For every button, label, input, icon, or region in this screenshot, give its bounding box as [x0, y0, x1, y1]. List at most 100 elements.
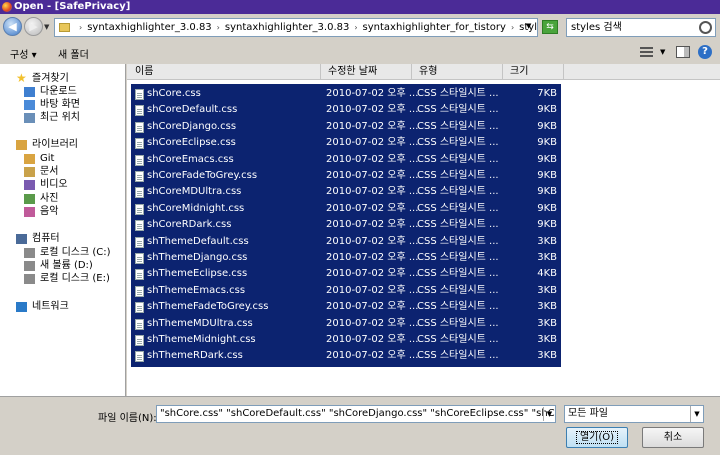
help-icon[interactable]: ?: [698, 45, 712, 59]
table-row[interactable]: shCoreEclipse.css 2010-07-02 오후 ... CSS 스타…: [131, 135, 561, 151]
chevron-down-icon[interactable]: ▼: [543, 407, 555, 421]
search-placeholder: styles 검색: [571, 22, 622, 33]
crumb-3[interactable]: syntaxhighlighter_for_tistory: [363, 22, 506, 33]
column-name[interactable]: 이름: [127, 64, 321, 80]
recent-places-icon: [24, 113, 35, 123]
table-row[interactable]: shThemeDefault.css 2010-07-02 오후 ... CSS 스…: [131, 234, 561, 250]
new-folder-button[interactable]: 새 폴더: [58, 46, 89, 61]
breadcrumb[interactable]: › syntaxhighlighter_3.0.83 › syntaxhighl…: [54, 18, 538, 37]
file-name: shThemeDjango.css: [147, 252, 248, 263]
network-icon: [16, 302, 27, 312]
organize-button[interactable]: 구성 ▾: [10, 46, 37, 61]
table-row[interactable]: shThemeDjango.css 2010-07-02 오후 ... CSS 스타…: [131, 250, 561, 266]
crumb-separator[interactable]: ›: [511, 23, 514, 32]
forward-arrow-icon[interactable]: ▶: [24, 17, 43, 36]
table-row[interactable]: shCoreMidnight.css 2010-07-02 오후 ... CSS 스…: [131, 201, 561, 217]
file-type-value: 모든 파일: [568, 408, 608, 419]
view-dropdown[interactable]: ▼: [660, 48, 665, 56]
refresh-icon[interactable]: ⇆: [542, 20, 558, 34]
file-name: shThemeFadeToGrey.css: [147, 301, 269, 313]
crumb-separator[interactable]: ›: [354, 23, 357, 32]
crumb-1[interactable]: syntaxhighlighter_3.0.83: [87, 22, 211, 33]
chevron-down-icon[interactable]: ▼: [526, 22, 531, 30]
table-row[interactable]: shThemeMidnight.css 2010-07-02 오후 ... CSS …: [131, 332, 561, 348]
table-row[interactable]: shThemeMDUltra.css 2010-07-02 오후 ... CSS 스…: [131, 316, 561, 332]
sidebar-item-label: 음악: [40, 206, 59, 217]
file-date: 2010-07-02 오후 ...: [326, 235, 419, 247]
back-arrow-icon[interactable]: ◀: [3, 17, 22, 36]
file-type: CSS 스타일시트 ...: [417, 186, 499, 198]
table-row[interactable]: shThemeEmacs.css 2010-07-02 오후 ... CSS 스타일…: [131, 283, 561, 299]
sidebar-item-label: Git: [40, 153, 55, 164]
file-name: shCoreMDUltra.css: [147, 186, 242, 198]
crumb-2[interactable]: syntaxhighlighter_3.0.83: [225, 22, 349, 33]
sidebar-item-label: 최근 위치: [40, 112, 80, 123]
file-type: CSS 스타일시트 ...: [417, 88, 499, 99]
table-row[interactable]: shCoreEmacs.css 2010-07-02 오후 ... CSS 스타일시…: [131, 152, 561, 168]
file-size: 3KB: [537, 334, 557, 345]
file-date: 2010-07-02 오후 ...: [326, 137, 419, 149]
file-name: shThemeDefault.css: [147, 235, 249, 247]
file-type: CSS 스타일시트 ...: [417, 301, 499, 313]
file-type: CSS 스타일시트 ...: [417, 104, 499, 116]
sidebar-item-label: 즐겨찾기: [32, 73, 69, 84]
table-row[interactable]: shCoreMDUltra.css 2010-07-02 오후 ... CSS 스타…: [131, 184, 561, 200]
file-type: CSS 스타일시트 ...: [417, 317, 499, 329]
file-list: 이름 수정한 날짜 유형 크기 shCore.css 2010-07-02 오후 …: [127, 64, 720, 396]
preview-pane-icon[interactable]: [676, 46, 690, 58]
sidebar-item-label: 바탕 화면: [40, 99, 80, 110]
table-row[interactable]: shCoreRDark.css 2010-07-02 오후 ... CSS 스타일시…: [131, 217, 561, 233]
column-date[interactable]: 수정한 날짜: [322, 64, 412, 80]
file-date: 2010-07-02 오후 ...: [326, 350, 419, 362]
recent-pages-dropdown[interactable]: ▼: [44, 23, 49, 31]
git-library-icon: [24, 154, 35, 164]
file-type: CSS 스타일시트 ...: [417, 120, 499, 132]
open-button[interactable]: 열기(O): [566, 427, 628, 448]
file-rows: shCore.css 2010-07-02 오후 ... CSS 스타일시트 ...…: [131, 84, 561, 367]
css-file-icon: [135, 138, 144, 150]
file-name: shThemeRDark.css: [147, 350, 243, 362]
file-name: shCoreDjango.css: [147, 120, 237, 132]
file-name: shCore.css: [147, 88, 201, 99]
column-size[interactable]: 크기: [504, 64, 564, 80]
filename-field[interactable]: "shCore.css" "shCoreDefault.css" "shCore…: [156, 405, 556, 423]
table-row[interactable]: shCoreFadeToGrey.css 2010-07-02 오후 ... CSS…: [131, 168, 561, 184]
css-file-icon: [135, 318, 144, 330]
view-options-icon[interactable]: [640, 47, 653, 57]
css-file-icon: [135, 335, 144, 346]
table-row[interactable]: shThemeFadeToGrey.css 2010-07-02 오후 ... CS…: [131, 299, 561, 315]
file-type: CSS 스타일시트 ...: [417, 252, 499, 263]
css-file-icon: [135, 285, 144, 297]
file-name: shThemeMDUltra.css: [147, 317, 253, 329]
title-bar: Open - [SafePrivacy]: [0, 0, 720, 14]
file-date: 2010-07-02 오후 ...: [326, 153, 419, 165]
search-icon[interactable]: [699, 21, 712, 34]
drive-icon: [24, 274, 35, 284]
open-label: 열기(O): [575, 431, 619, 444]
sidebar-item-label: 사진: [40, 193, 59, 204]
file-date: 2010-07-02 오후 ...: [326, 170, 419, 181]
file-date: 2010-07-02 오후 ...: [326, 202, 419, 214]
column-type[interactable]: 유형: [413, 64, 503, 80]
table-row[interactable]: shThemeEclipse.css 2010-07-02 오후 ... CSS 스…: [131, 266, 561, 282]
file-type: CSS 스타일시트 ...: [417, 350, 499, 362]
table-row[interactable]: shThemeRDark.css 2010-07-02 오후 ... CSS 스타일…: [131, 348, 561, 364]
file-name: shCoreRDark.css: [147, 219, 232, 231]
file-size: 9KB: [537, 219, 557, 231]
table-row[interactable]: shCore.css 2010-07-02 오후 ... CSS 스타일시트 ...…: [131, 86, 561, 102]
file-type-select[interactable]: 모든 파일 ▼: [564, 405, 704, 423]
file-size: 3KB: [537, 317, 557, 329]
file-name: shCoreEclipse.css: [147, 137, 236, 149]
crumb-separator[interactable]: ›: [217, 23, 220, 32]
search-input[interactable]: styles 검색: [566, 18, 716, 37]
file-name: shThemeMidnight.css: [147, 334, 256, 345]
file-type: CSS 스타일시트 ...: [417, 219, 499, 231]
table-row[interactable]: shCoreDefault.css 2010-07-02 오후 ... CSS 스타…: [131, 102, 561, 118]
music-icon: [24, 207, 35, 217]
cancel-button[interactable]: 취소: [642, 427, 704, 448]
chevron-down-icon[interactable]: ▼: [690, 406, 703, 422]
file-date: 2010-07-02 오후 ...: [326, 317, 419, 329]
table-row[interactable]: shCoreDjango.css 2010-07-02 오후 ... CSS 스타일…: [131, 119, 561, 135]
folder-icon: [59, 23, 70, 32]
file-size: 9KB: [537, 137, 557, 149]
